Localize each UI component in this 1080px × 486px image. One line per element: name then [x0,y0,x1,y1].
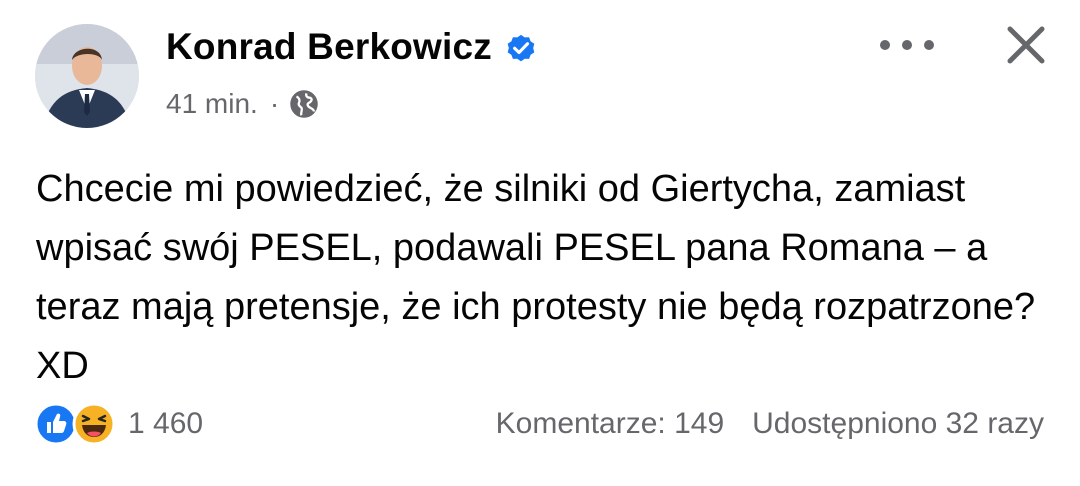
comments-count-link[interactable]: Komentarze: 149 [496,407,724,441]
reactions-count: 1 460 [128,407,204,440]
post-stats: Komentarze: 149 Udostępniono 32 razy [496,400,1044,448]
post-meta: 41 min. · [166,86,319,122]
reactions-summary[interactable]: 1 460 [34,400,203,448]
more-options-button[interactable] [872,22,942,68]
shares-count-link[interactable]: Udostępniono 32 razy [752,407,1044,441]
avatar-image [35,24,139,128]
post-time[interactable]: 41 min. [166,86,258,122]
verified-badge-icon [504,30,538,64]
post-text: Chcecie mi powiedzieć, że silniki od Gie… [36,168,1036,387]
author-avatar[interactable] [35,24,139,128]
author-name[interactable]: Konrad Berkowicz [166,24,492,70]
close-button[interactable] [995,14,1057,76]
close-icon [1007,26,1045,64]
author-name-row[interactable]: Konrad Berkowicz [166,24,538,70]
meta-separator: · [269,88,280,119]
more-horizontal-icon [880,40,934,50]
haha-reaction-icon [72,402,116,446]
globe-icon[interactable] [289,89,319,119]
